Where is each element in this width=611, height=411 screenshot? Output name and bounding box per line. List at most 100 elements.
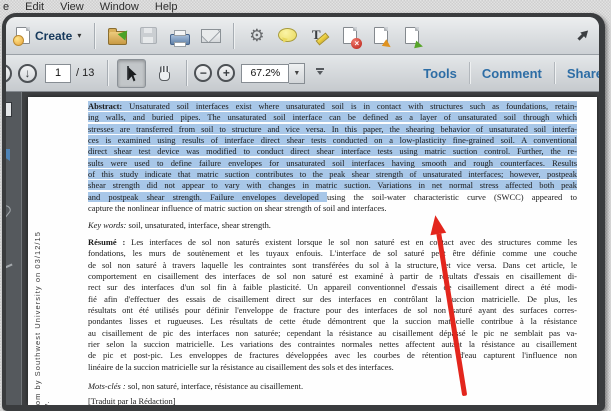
settings-button[interactable]: ⚙ xyxy=(243,22,270,50)
acrobat-window: Create ▾ ⚙ T × ↓ 1 / 13 − + 67.2% ▼ Tool… xyxy=(2,13,605,411)
highlight-text-button[interactable] xyxy=(305,22,332,50)
screenshot-root: { "menubar": {"items": ["e", "Edit", "Vi… xyxy=(0,0,611,411)
text-line: de pic et post-pic. Les enveloppes de fr… xyxy=(88,350,577,361)
select-tool-button[interactable] xyxy=(117,58,147,88)
text-line: rect sur des interfaces d'un sol fin à f… xyxy=(88,282,577,293)
zoom-level-input[interactable]: 67.2% xyxy=(241,63,290,83)
text-run: ces is examined using results of interfa… xyxy=(88,135,577,146)
save-button[interactable] xyxy=(135,22,162,50)
hand-tool-button[interactable] xyxy=(150,60,177,87)
export-page-button[interactable] xyxy=(398,22,429,51)
email-button[interactable] xyxy=(197,22,224,50)
text-run: sol, non saturé, interface, résistance a… xyxy=(125,381,304,391)
text-run: pondantes lisses et rugueuses. Les résul… xyxy=(88,316,577,327)
menu-window[interactable]: Window xyxy=(100,1,139,13)
print-icon xyxy=(169,29,190,47)
save-icon xyxy=(140,27,158,44)
journal-watermark: w.nrcresearchpress.com by Southwest Univ… xyxy=(33,197,51,405)
text-line: au cisaillement de pic des interfaces no… xyxy=(88,328,577,339)
create-pdf-icon xyxy=(13,27,30,46)
export-arrow-badge xyxy=(414,40,429,51)
toolbar-more-icon xyxy=(315,68,324,70)
open-file-arrow xyxy=(118,22,135,41)
abstract-paragraph: Abstract: Unsaturated soil interfaces ex… xyxy=(88,101,577,214)
pane-toggle-arrow-icon[interactable] xyxy=(575,27,591,43)
text-run: linéaire de la succion matricielle sur l… xyxy=(88,361,394,372)
create-caret-icon: ▾ xyxy=(77,31,82,40)
text-line: sults were used to define failure envelo… xyxy=(88,157,577,169)
text-line: capture the nonlinear influence of matri… xyxy=(88,203,577,214)
share-button[interactable]: Share xyxy=(555,66,599,81)
text-line: ing walls, and buried pipes. The unsatur… xyxy=(88,112,577,123)
text-run: au cisaillement de pic des interfaces no… xyxy=(88,327,577,338)
text-run: Mots-clés : xyxy=(88,381,126,391)
toolbar-separator xyxy=(233,22,235,49)
zoom-dropdown-button[interactable]: ▼ xyxy=(289,62,306,84)
print-button[interactable] xyxy=(166,22,193,50)
text-line: ces is examined using results of interfa… xyxy=(88,135,577,146)
main-toolbar: Create ▾ ⚙ T × xyxy=(6,17,599,55)
tools-button[interactable]: Tools xyxy=(411,66,469,81)
page-total-label: / 13 xyxy=(76,67,95,79)
text-line: de sol non saturé à travers laquelle les… xyxy=(88,260,577,271)
text-run: rect sur des interfaces d'un sol fin à f… xyxy=(88,282,577,293)
text-run: comportement en cisaillement des interfa… xyxy=(88,271,577,282)
menu-bar: e Edit View Window Help xyxy=(0,0,611,14)
keywords-line: Key words: soil, unsaturated, interface,… xyxy=(88,220,577,231)
text-run: Résumé : xyxy=(88,237,126,247)
text-run: Les interfaces de sol non saturés existe… xyxy=(125,237,577,247)
text-line: rier selon la succion matricielle. Les v… xyxy=(88,339,577,350)
create-button-label: Create xyxy=(35,28,73,43)
text-run: Unsaturated soil interfaces exist where … xyxy=(122,101,577,111)
text-line: stresses are transferred from soil to st… xyxy=(88,123,577,135)
extract-pages-button[interactable] xyxy=(367,22,397,53)
text-line: fondations, les murs de soutènement et l… xyxy=(88,248,577,259)
attachments-icon[interactable] xyxy=(6,203,13,221)
previous-page-button[interactable]: ↑ xyxy=(6,63,12,83)
text-line: résultats ont été utilisés pour définir … xyxy=(88,305,577,316)
toolbar-more-caret xyxy=(316,71,323,78)
text-line: and postpeak shear strength. Failure env… xyxy=(88,191,577,203)
toolbar-separator xyxy=(107,60,109,86)
text-run: de pic et post-pic. Les enveloppes de fr… xyxy=(88,350,577,361)
text-run: Key words: xyxy=(88,220,127,230)
zoom-out-button[interactable]: − xyxy=(194,64,213,82)
highlight-text-icon xyxy=(310,27,328,44)
text-run: direct shear test device was modified to… xyxy=(88,146,577,157)
text-run: rier selon la succion matricielle. Les v… xyxy=(88,339,577,350)
text-run: Abstract: xyxy=(88,101,123,111)
navigation-toolbar: ↑ ↓ 1 / 13 − + 67.2% ▼ Tools Comment xyxy=(6,55,599,92)
resume-paragraph: Résumé : Les interfaces de sol non satur… xyxy=(88,237,577,373)
menu-file-partial[interactable]: e xyxy=(3,1,9,13)
text-run: of this study indicate that matric sucti… xyxy=(88,169,577,180)
motscles-line: Mots-clés : sol, non saturé, interface, … xyxy=(88,381,577,392)
text-run: capture the nonlinear influence of matri… xyxy=(88,203,387,214)
menu-edit[interactable]: Edit xyxy=(25,1,44,13)
comment-button[interactable]: Comment xyxy=(470,66,554,81)
traduit-footnote: [Traduit par la Rédaction] xyxy=(88,396,176,405)
create-button[interactable]: Create ▾ xyxy=(10,25,87,46)
menu-help[interactable]: Help xyxy=(155,1,178,13)
next-page-button[interactable]: ↓ xyxy=(18,63,37,83)
page-thumbnails-icon[interactable] xyxy=(6,102,12,117)
text-run: shear strength did not appear to vary wi… xyxy=(88,180,577,191)
delete-pages-button[interactable]: × xyxy=(336,22,363,50)
navigation-pane-strip xyxy=(6,92,22,405)
watermark-line-2: For personal use only. xyxy=(42,197,51,405)
open-file-button[interactable] xyxy=(104,22,135,50)
bookmarks-icon[interactable] xyxy=(6,149,10,161)
sticky-note-button[interactable] xyxy=(274,22,301,50)
pdf-page[interactable]: Abstract: Unsaturated soil interfaces ex… xyxy=(28,97,597,405)
signatures-icon[interactable] xyxy=(6,256,13,270)
zoom-in-button[interactable]: + xyxy=(217,64,236,82)
text-line: linéaire de la succion matricielle sur l… xyxy=(88,362,577,373)
zoom-dropdown-icon: ▼ xyxy=(293,69,301,77)
page-number-input[interactable]: 1 xyxy=(45,63,71,83)
acrobat-window-body: Create ▾ ⚙ T × ↓ 1 / 13 − + 67.2% ▼ Tool… xyxy=(6,17,599,405)
text-line: direct shear test device was modified to… xyxy=(88,146,577,157)
sticky-note-comment-icon xyxy=(278,27,298,42)
menu-view[interactable]: View xyxy=(60,1,84,13)
text-run: fié afin d'effectuer des essais de cisai… xyxy=(88,293,577,304)
document-area: Abstract: Unsaturated soil interfaces ex… xyxy=(6,92,599,405)
toolbar-more-button[interactable] xyxy=(315,68,324,78)
